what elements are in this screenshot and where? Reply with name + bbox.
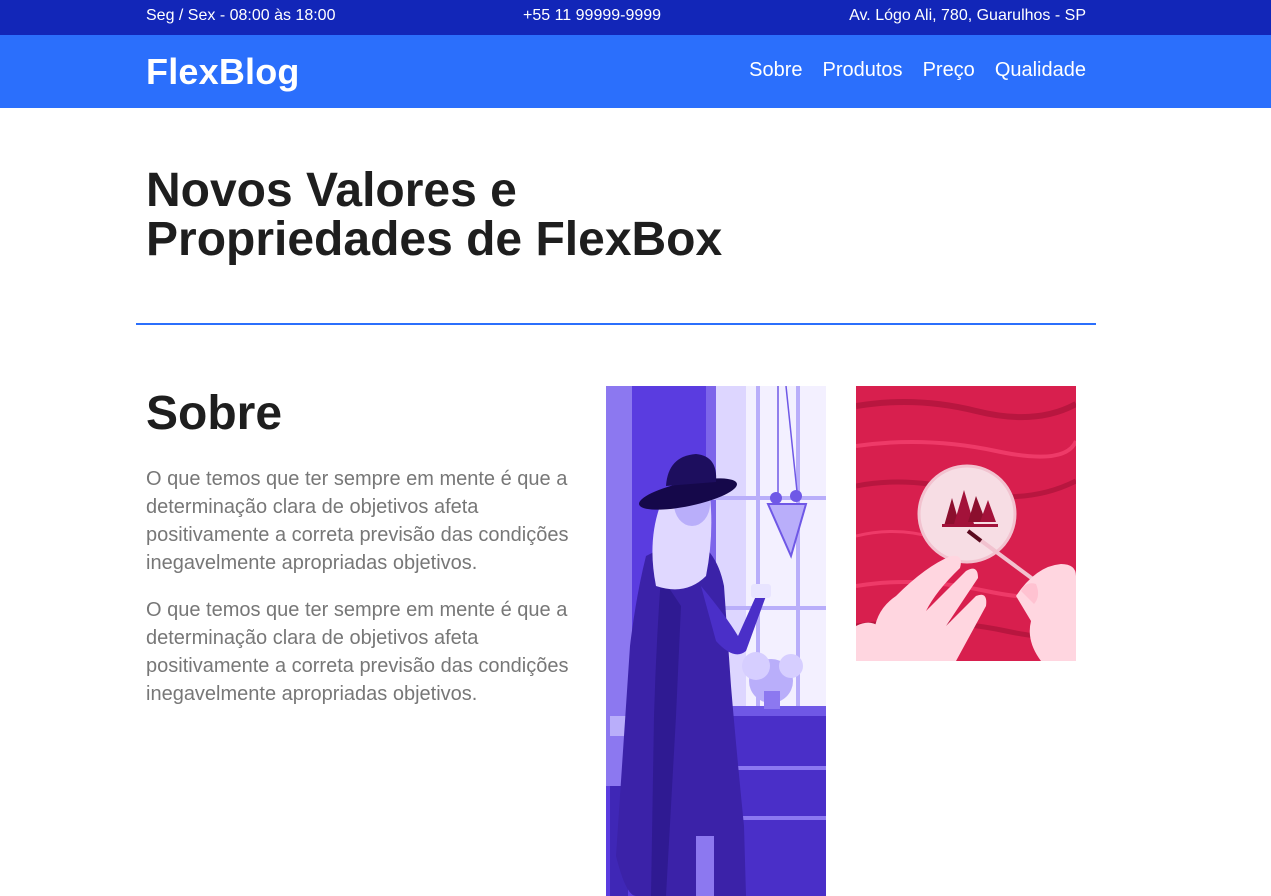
nav-link-sobre[interactable]: Sobre bbox=[749, 59, 802, 82]
photo-painting-hands bbox=[856, 386, 1076, 661]
about-title: Sobre bbox=[146, 387, 283, 440]
section-divider bbox=[136, 323, 1096, 325]
nav-menu: Sobre Produtos Preço Qualidade bbox=[749, 59, 1086, 82]
about-paragraph-2: O que temos que ter sempre em mente é qu… bbox=[146, 599, 569, 705]
site-logo[interactable]: FlexBlog bbox=[146, 51, 300, 93]
top-info-bar: Seg / Sex - 08:00 às 18:00 +55 11 99999-… bbox=[0, 0, 1271, 35]
phone-number: +55 11 99999-9999 bbox=[523, 7, 662, 24]
nav-link-qualidade[interactable]: Qualidade bbox=[995, 59, 1086, 82]
about-paragraph-1: O que temos que ter sempre em mente é qu… bbox=[146, 468, 569, 574]
hero-title: Novos Valores e Propriedades de FlexBox bbox=[146, 164, 723, 266]
main-navbar: FlexBlog Sobre Produtos Preço Qualidade bbox=[0, 35, 1271, 108]
address: Av. Lógo Ali, 780, Guarulhos - SP bbox=[849, 7, 1086, 24]
business-hours: Seg / Sex - 08:00 às 18:00 bbox=[146, 7, 336, 24]
nav-link-preco[interactable]: Preço bbox=[923, 59, 975, 82]
nav-link-produtos[interactable]: Produtos bbox=[823, 59, 903, 82]
photo-woman-window bbox=[606, 386, 826, 896]
